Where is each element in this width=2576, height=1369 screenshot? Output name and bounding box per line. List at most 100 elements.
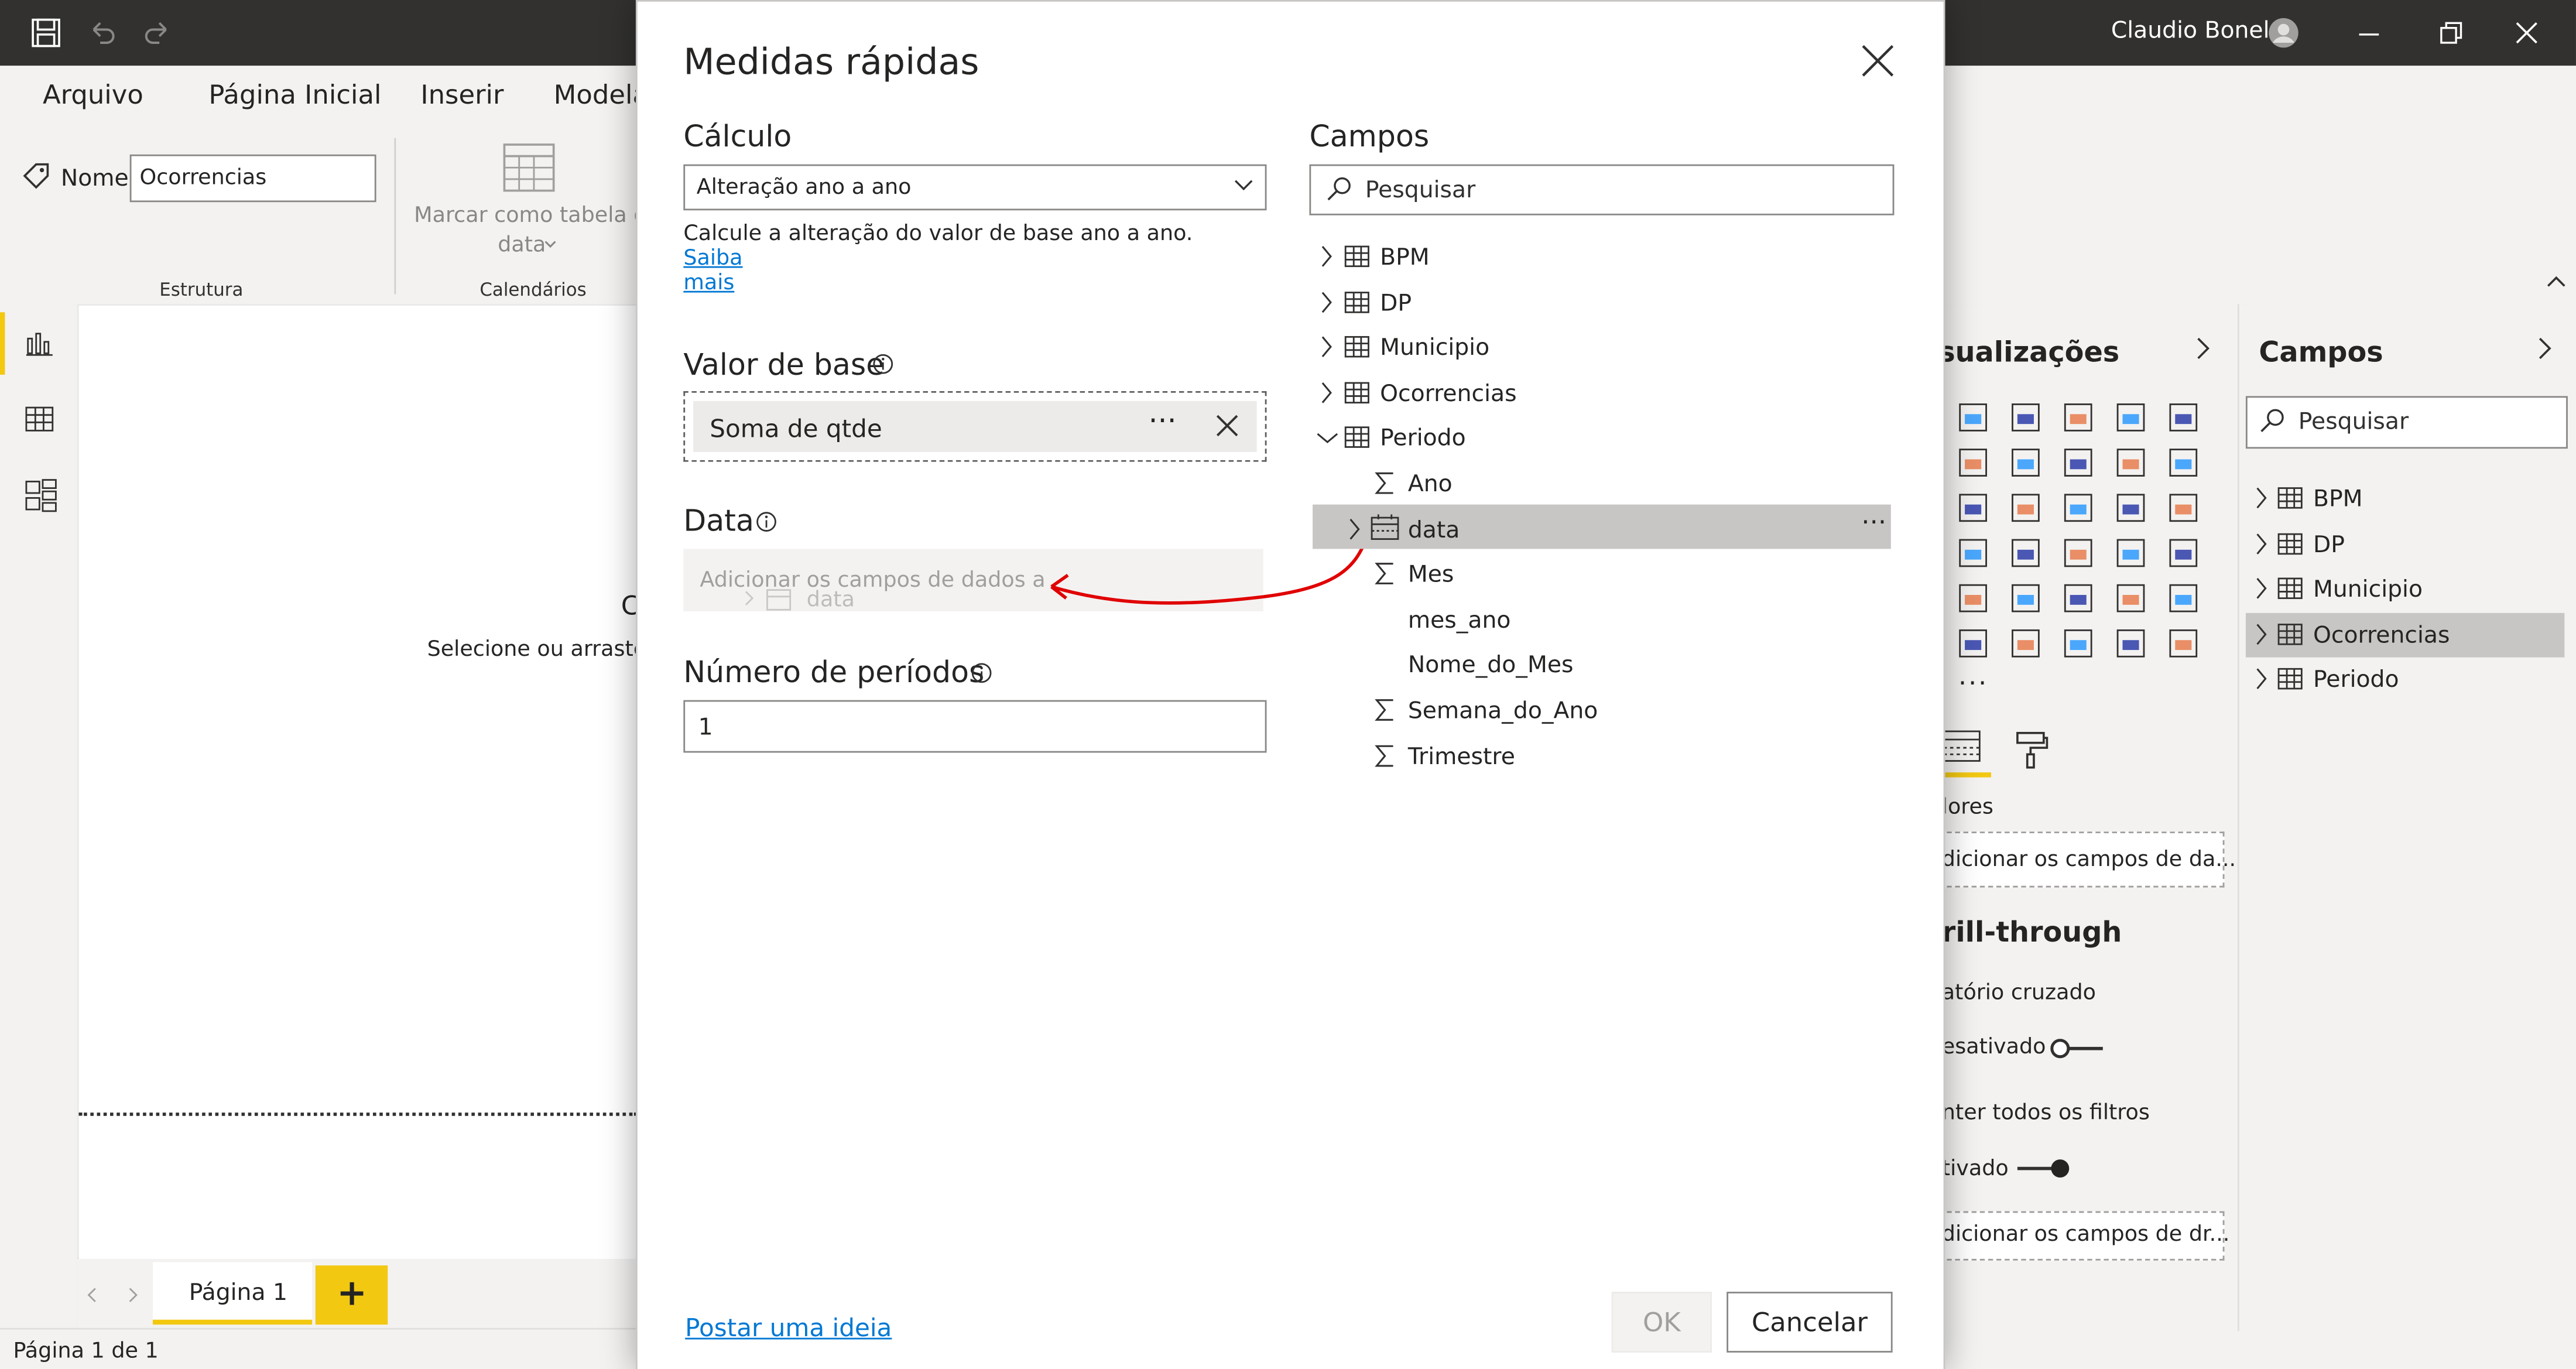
- waterfall-icon[interactable]: [2169, 449, 2198, 477]
- tree-item[interactable]: Mes: [1313, 553, 1891, 595]
- keep-filters-toggle[interactable]: [2014, 1155, 2073, 1182]
- report-view-icon[interactable]: [23, 327, 56, 360]
- info-icon[interactable]: [756, 511, 777, 532]
- scatter-icon[interactable]: [2012, 494, 2040, 522]
- dialog-fields-search[interactable]: Pesquisar: [1309, 164, 1895, 215]
- cross-report-toggle[interactable]: [2047, 1035, 2106, 1062]
- close-dialog-icon[interactable]: [1861, 45, 1894, 77]
- undo-icon[interactable]: [85, 16, 118, 49]
- smart-narrative-icon[interactable]: [2064, 629, 2092, 658]
- base-value-pill[interactable]: Soma de qtde ···: [693, 401, 1257, 452]
- r-visual-icon[interactable]: [2064, 584, 2092, 612]
- values-drop-zone[interactable]: dicionar os campos de da...: [1938, 831, 2236, 888]
- map-icon[interactable]: [1959, 539, 1987, 567]
- power-apps-icon[interactable]: [2169, 629, 2198, 658]
- fields-pane-table-item[interactable]: DP: [2246, 522, 2564, 564]
- format-paint-icon[interactable]: [2014, 730, 2050, 769]
- avatar[interactable]: [2267, 16, 2300, 49]
- fields-pane-table-item[interactable]: Periodo: [2246, 658, 2564, 701]
- learn-more-link[interactable]: Saiba: [683, 247, 742, 271]
- funnel-icon[interactable]: [1959, 494, 1987, 522]
- chevron-right-icon[interactable]: [2254, 532, 2269, 555]
- stacked-column-icon[interactable]: [2064, 403, 2092, 432]
- ok-button[interactable]: OK: [1611, 1292, 1712, 1353]
- decomposition-tree-icon[interactable]: [2116, 629, 2145, 658]
- tab-inserir[interactable]: Inserir: [420, 79, 503, 110]
- chevron-right-icon[interactable]: [2254, 668, 2269, 691]
- tree-item[interactable]: mes_ano: [1313, 598, 1891, 641]
- ribbon-chart-icon[interactable]: [2116, 449, 2145, 477]
- info-icon[interactable]: [872, 353, 893, 374]
- collapse-fields-icon[interactable]: [2537, 337, 2553, 360]
- 100-bar-icon[interactable]: [2116, 403, 2145, 432]
- tree-item[interactable]: Nome_do_Mes: [1313, 644, 1891, 686]
- drillthrough-drop-zone[interactable]: dicionar os campos de dr...: [1938, 1211, 2229, 1261]
- name-input[interactable]: Ocorrencias: [129, 154, 376, 203]
- pie-chart-icon[interactable]: [2064, 494, 2092, 522]
- calendar-table-icon[interactable]: [501, 138, 557, 194]
- chevron-right-icon[interactable]: [1319, 381, 1334, 404]
- key-influencers-icon[interactable]: [2169, 584, 2198, 612]
- line-column-icon[interactable]: [2064, 449, 2092, 477]
- base-value-more[interactable]: ···: [1148, 404, 1176, 439]
- save-icon[interactable]: [30, 16, 63, 49]
- clustered-bar-icon[interactable]: [2012, 403, 2040, 432]
- chevron-right-icon[interactable]: [1319, 290, 1334, 313]
- chevron-right-icon[interactable]: [2254, 622, 2269, 645]
- chevron-right-icon[interactable]: [1347, 517, 1362, 540]
- tree-item[interactable]: DP: [1313, 280, 1891, 323]
- minimize-icon[interactable]: [2356, 16, 2382, 49]
- learn-more-link-2[interactable]: mais: [683, 271, 734, 296]
- next-page-icon[interactable]: [126, 1287, 139, 1303]
- tree-item[interactable]: Municipio: [1313, 326, 1891, 368]
- tree-item[interactable]: Semana_do_Ano: [1313, 689, 1891, 731]
- tree-item[interactable]: Trimestre: [1313, 734, 1891, 776]
- prev-page-icon[interactable]: [85, 1287, 98, 1303]
- card-icon[interactable]: [2064, 539, 2092, 567]
- mark-date-table-label-2[interactable]: data: [498, 234, 546, 258]
- tab-modelagem[interactable]: Modela: [554, 79, 649, 110]
- add-page-button[interactable]: +: [315, 1265, 388, 1325]
- chevron-right-icon[interactable]: [2254, 487, 2269, 509]
- fields-pane-table-item[interactable]: Municipio: [2246, 567, 2564, 610]
- cancel-button[interactable]: Cancelar: [1727, 1292, 1893, 1353]
- tab-pagina-inicial[interactable]: Página Inicial: [208, 79, 381, 110]
- tree-item[interactable]: BPM: [1313, 235, 1891, 278]
- tree-item[interactable]: Ano: [1313, 462, 1891, 505]
- ribbon-collapse-icon[interactable]: [2546, 273, 2566, 289]
- post-idea-link[interactable]: Postar uma ideia: [685, 1313, 892, 1343]
- more-visuals[interactable]: ···: [1958, 668, 1988, 699]
- chevron-right-icon[interactable]: [1319, 336, 1334, 358]
- donut-chart-icon[interactable]: [2116, 494, 2145, 522]
- stacked-bar-icon[interactable]: [1959, 403, 1987, 432]
- treemap-icon[interactable]: [2169, 494, 2198, 522]
- tree-item[interactable]: data: [1313, 507, 1891, 550]
- mark-date-table-label[interactable]: Marcar como tabela d: [414, 204, 647, 228]
- paginated-report-icon[interactable]: [2012, 629, 2040, 658]
- area-chart-icon[interactable]: [1959, 449, 1987, 477]
- base-value-drop-zone[interactable]: Soma de qtde ···: [683, 391, 1267, 462]
- table-visual-icon[interactable]: [1959, 584, 1987, 612]
- fields-pane-table-item[interactable]: Ocorrencias: [2246, 612, 2564, 655]
- multirow-card-icon[interactable]: [2116, 539, 2145, 567]
- line-chart-icon[interactable]: [2012, 449, 2040, 477]
- chevron-right-icon[interactable]: [1319, 245, 1334, 268]
- python-visual-icon[interactable]: [2116, 584, 2145, 612]
- periods-input[interactable]: 1: [683, 700, 1267, 753]
- kpi-icon[interactable]: [2169, 539, 2198, 567]
- remove-field-icon[interactable]: [1216, 414, 1239, 437]
- tree-item[interactable]: Periodo: [1313, 416, 1891, 459]
- collapse-viz-icon[interactable]: [2195, 337, 2211, 360]
- tab-arquivo[interactable]: Arquivo: [43, 79, 143, 110]
- chevron-right-icon[interactable]: [2254, 577, 2269, 600]
- gauge-icon[interactable]: [2012, 539, 2040, 567]
- qna-icon[interactable]: [1959, 629, 1987, 658]
- user-name[interactable]: Claudio Bonel: [2111, 18, 2270, 45]
- page-tab[interactable]: Página 1: [152, 1262, 313, 1325]
- info-icon[interactable]: [971, 662, 992, 683]
- tree-item[interactable]: Ocorrencias: [1313, 371, 1891, 414]
- 100-column-icon[interactable]: [2169, 403, 2198, 432]
- restore-icon[interactable]: [2438, 20, 2464, 46]
- fields-well-icon[interactable]: [1941, 727, 1991, 779]
- matrix-icon[interactable]: [2012, 584, 2040, 612]
